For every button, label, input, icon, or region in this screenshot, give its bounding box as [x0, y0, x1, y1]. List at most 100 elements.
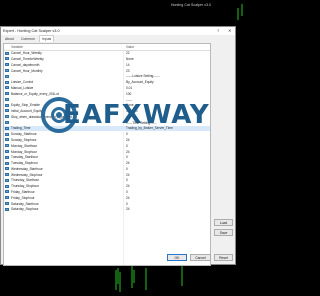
parameter-icon: [5, 121, 9, 125]
table-row[interactable]: Sunday_Starthour 0: [4, 131, 210, 137]
dialog-titlebar[interactable]: Expert - Hunting Cat Scalper v3.0 ? ✕: [1, 27, 235, 35]
parameter-value[interactable]: 24: [126, 150, 130, 154]
parameter-icon: [5, 149, 9, 153]
table-row[interactable]: Sunday_Stophour 24: [4, 137, 210, 143]
parameter-name: Monday_Stophour: [11, 149, 38, 154]
parameter-value[interactable]: 0: [126, 178, 128, 182]
parameter-icon: [5, 109, 9, 113]
parameter-value[interactable]: 100: [126, 92, 131, 96]
parameter-icon: [5, 103, 9, 107]
parameter-name: Saturday_Starthour: [11, 201, 39, 206]
table-row[interactable]: Tuesday_Starthour 0: [4, 155, 210, 161]
parameter-value[interactable]: 0: [126, 132, 128, 136]
parameter-name: Trading_Time: [11, 126, 31, 131]
parameter-value[interactable]: ------Lotsize Setting------: [126, 74, 160, 78]
table-row[interactable]: Wednesday_Starthour 0: [4, 166, 210, 172]
parameter-value[interactable]: 22: [126, 51, 130, 55]
table-row[interactable]: Cancel_dayofmonth 14: [4, 62, 210, 68]
table-row[interactable]: Thursday_Starthour 0: [4, 178, 210, 184]
parameter-icon: [5, 144, 9, 148]
table-row[interactable]: Cancel_Hour_Weekly 22: [4, 51, 210, 57]
table-row[interactable]: Thursday_Stophour 24: [4, 183, 210, 189]
tab-inputs[interactable]: Inputs: [39, 35, 55, 42]
save-button[interactable]: Save: [214, 229, 233, 236]
parameter-name: Friday_Starthour: [11, 190, 35, 195]
table-row[interactable]: Lotsize_Control By_Account_Equity: [4, 79, 210, 85]
parameter-value[interactable]: 23: [126, 69, 130, 73]
parameter-icon: [5, 86, 9, 90]
table-row[interactable]: Friday_Stophour 24: [4, 195, 210, 201]
parameter-value[interactable]: 0: [126, 144, 128, 148]
parameter-name: Cancel_Hour_Weekly: [11, 51, 42, 56]
parameter-icon: [5, 51, 9, 55]
parameter-name: Wednesday_Starthour: [11, 166, 43, 171]
parameter-icon: [5, 80, 9, 84]
table-row[interactable]: Monday_Starthour 0: [4, 143, 210, 149]
parameter-icon: [5, 167, 9, 171]
parameter-name: Saturday_Stophour: [11, 207, 39, 212]
table-row[interactable]: Saturday_Stophour 24: [4, 207, 210, 213]
parameter-icon: [5, 138, 9, 142]
help-icon[interactable]: ?: [217, 28, 219, 33]
table-row[interactable]: Cancel_Hour_Monthly 23: [4, 68, 210, 74]
parameter-value[interactable]: 0: [126, 202, 128, 206]
watermark-logo-dot: [56, 112, 62, 118]
table-row[interactable]: Manual_Lotsize 0.01: [4, 85, 210, 91]
parameter-value[interactable]: 0: [126, 167, 128, 171]
table-row[interactable]: Cancel_TimeforWeekly None: [4, 56, 210, 62]
parameter-value[interactable]: 24: [126, 161, 130, 165]
parameter-name: Initial_Account_Equity: [11, 109, 43, 114]
ok-button[interactable]: OK: [167, 254, 187, 261]
parameter-icon: [5, 74, 9, 78]
cancel-button[interactable]: Cancel: [190, 254, 211, 261]
table-row[interactable]: Balance_or_Equity_every_001Lot 100: [4, 91, 210, 97]
close-icon[interactable]: ✕: [228, 28, 231, 33]
tab-common[interactable]: Common: [19, 36, 37, 42]
table-row[interactable]: Wednesday_Stophour 24: [4, 172, 210, 178]
parameter-icon: [5, 97, 9, 101]
parameter-icon: [5, 132, 9, 136]
parameter-icon: [5, 207, 9, 211]
dialog-title: Expert - Hunting Cat Scalper v3.0: [3, 28, 60, 33]
parameter-icon: [5, 184, 9, 188]
parameter-value[interactable]: None: [126, 57, 134, 61]
parameter-name: Tuesday_Starthour: [11, 155, 38, 160]
parameter-name: Cancel_Hour_Monthly: [11, 68, 43, 73]
parameter-value[interactable]: 24: [126, 138, 130, 142]
table-row[interactable]: Saturday_Starthour 0: [4, 201, 210, 207]
parameter-value[interactable]: 0.01: [126, 86, 132, 90]
parameter-name: Sunday_Starthour: [11, 132, 37, 137]
parameter-name: Friday_Stophour: [11, 195, 35, 200]
reset-button[interactable]: Reset: [214, 254, 233, 261]
table-row[interactable]: Monday_Stophour 24: [4, 149, 210, 155]
parameter-value[interactable]: 14: [126, 63, 130, 67]
table-row[interactable]: ------Lotsize Setting------: [4, 74, 210, 80]
parameter-name: Wednesday_Stophour: [11, 172, 43, 177]
parameter-name: Sunday_Stophour: [11, 137, 37, 142]
parameter-icon: [5, 63, 9, 67]
parameter-value[interactable]: 24: [126, 173, 130, 177]
column-header-variable[interactable]: Variable: [11, 45, 23, 49]
parameter-name: Cancel_dayofmonth: [11, 62, 40, 67]
table-row[interactable]: Friday_Starthour 0: [4, 189, 210, 195]
parameter-value[interactable]: 24: [126, 207, 130, 211]
parameter-value[interactable]: 0: [126, 155, 128, 159]
parameter-icon: [5, 155, 9, 159]
parameter-icon: [5, 178, 9, 182]
column-header-value[interactable]: Value: [126, 45, 134, 49]
parameter-value[interactable]: By_Account_Equity: [126, 80, 154, 84]
parameter-icon: [5, 190, 9, 194]
parameter-value[interactable]: 24: [126, 196, 130, 200]
tab-about[interactable]: About: [3, 36, 16, 42]
load-button[interactable]: Load: [214, 219, 233, 226]
parameter-icon: [5, 173, 9, 177]
table-row[interactable]: Tuesday_Stophour 24: [4, 160, 210, 166]
parameter-value[interactable]: 24: [126, 184, 130, 188]
parameter-icon: [5, 201, 9, 205]
inputs-table[interactable]: Variable Value Cancel_Hour_Weekly 22 Cance…: [3, 43, 211, 266]
parameter-icon: [5, 115, 9, 119]
parameter-name: Thursday_Starthour: [11, 178, 40, 183]
parameter-name: Tuesday_Stophour: [11, 161, 38, 166]
parameter-name: Thursday_Stophour: [11, 184, 39, 189]
parameter-value[interactable]: 0: [126, 190, 128, 194]
